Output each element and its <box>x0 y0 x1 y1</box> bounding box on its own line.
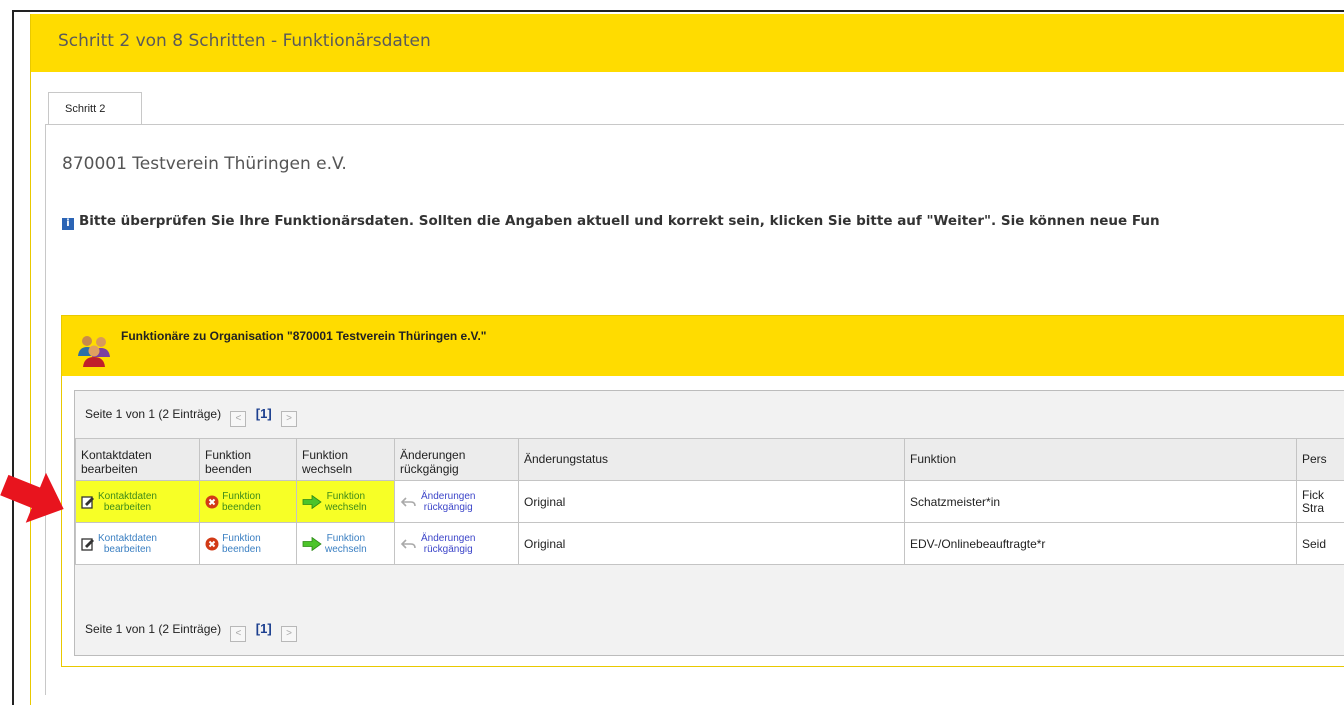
edit-contact-button[interactable]: Kontaktdaten bearbeiten <box>81 533 194 555</box>
col-funktion-beenden[interactable]: Funktion beenden <box>199 438 297 481</box>
undo-changes-button[interactable]: Änderungen rückgängig <box>400 533 513 555</box>
cell-undo: Änderungen rückgängig <box>394 522 519 565</box>
red-arrow-icon <box>0 472 64 523</box>
cell-status: Original <box>518 480 905 523</box>
change-function-icon <box>302 494 322 509</box>
section-header: Funktionäre zu Organisation "870001 Test… <box>62 316 1344 376</box>
tab-panel: 870001 Testverein Thüringen e.V. i Bitte … <box>45 125 1344 695</box>
functionaries-section: Funktionäre zu Organisation "870001 Test… <box>61 315 1344 667</box>
info-text: Bitte überprüfen Sie Ihre Funktionärsdat… <box>79 213 1160 229</box>
cell-person: Seid <box>1296 522 1344 565</box>
col-aenderungstatus[interactable]: Änderungstatus <box>518 438 905 481</box>
cell-change: Funktion wechseln <box>296 522 395 565</box>
cell-funktion: EDV-/Onlinebeauftragte*r <box>904 522 1297 565</box>
cell-change: Funktion wechseln <box>296 480 395 523</box>
table-row: Kontaktdatenbearbeiten Funktionbeenden <box>75 480 1344 523</box>
table-header-row: Kontaktdaten bearbeiten Funktion beenden F… <box>75 438 1344 481</box>
pager-text: Seite 1 von 1 (2 Einträge) <box>85 622 222 636</box>
cell-person: Fick Stra <box>1296 480 1344 523</box>
pager-page-1[interactable]: [1] <box>256 406 272 421</box>
end-function-icon <box>205 495 219 508</box>
end-function-icon <box>205 537 219 550</box>
end-function-button[interactable]: Funktion beenden <box>205 491 291 513</box>
pager-prev-button[interactable]: < <box>230 626 247 642</box>
cell-funktion: Schatzmeister*in <box>904 480 1297 523</box>
wizard-container: Schritt 2 von 8 Schritten - Funktionärsd… <box>30 14 1344 705</box>
pager-text: Seite 1 von 1 (2 Einträge) <box>85 407 222 421</box>
col-funktion[interactable]: Funktion <box>904 438 1297 481</box>
functionaries-table: Kontaktdaten bearbeiten Funktion beenden F… <box>75 438 1344 565</box>
change-function-icon <box>302 536 322 551</box>
end-function-button[interactable]: Funktion beenden <box>205 533 291 555</box>
edit-contact-icon <box>81 537 94 551</box>
change-function-button[interactable]: Funktion wechseln <box>302 533 389 555</box>
pager-page-1[interactable]: [1] <box>256 621 272 636</box>
pager-next-button[interactable]: > <box>281 626 297 642</box>
change-function-button[interactable]: Funktion wechseln <box>302 491 389 513</box>
col-kontaktdaten-bearbeiten[interactable]: Kontaktdaten bearbeiten <box>75 438 200 481</box>
edit-contact-button[interactable]: Kontaktdaten bearbeiten <box>81 491 194 513</box>
organisation-title: 870001 Testverein Thüringen e.V. <box>62 154 347 174</box>
section-title: Funktionäre zu Organisation "870001 Test… <box>121 329 487 343</box>
cell-end: Funktion beenden <box>199 480 297 523</box>
edit-contact-icon <box>81 495 94 509</box>
wizard-header: Schritt 2 von 8 Schritten - Funktionärsd… <box>31 14 1344 72</box>
pager-prev-button[interactable]: < <box>230 411 247 427</box>
undo-icon <box>400 496 416 507</box>
info-icon: i <box>62 218 74 230</box>
cell-undo: Änderungen rückgängig <box>394 480 519 523</box>
info-message: i Bitte überprüfen Sie Ihre Funktionärsda… <box>62 213 1160 230</box>
functionaries-grid: Seite 1 von 1 (2 Einträge) < [1] > Konta… <box>74 390 1344 656</box>
cell-edit: Kontaktdaten bearbeiten <box>75 480 200 523</box>
undo-icon <box>400 538 416 549</box>
cell-end: Funktion beenden <box>199 522 297 565</box>
tab-bar: Schritt 2 <box>45 92 1344 126</box>
cell-edit: Kontaktdaten bearbeiten <box>75 522 200 565</box>
col-aenderungen-rueckgaengig[interactable]: Änderungen rückgängig <box>394 438 519 481</box>
pager-top: Seite 1 von 1 (2 Einträge) < [1] > <box>85 406 297 427</box>
pager-next-button[interactable]: > <box>281 411 297 427</box>
col-person[interactable]: Pers <box>1296 438 1344 481</box>
people-group-icon <box>78 336 110 367</box>
table-row: Kontaktdatenbearbeiten Funktionbeenden <box>75 522 1344 565</box>
pager-bottom: Seite 1 von 1 (2 Einträge) < [1] > <box>85 621 297 642</box>
page-title: Schritt 2 von 8 Schritten - Funktionärsd… <box>58 31 431 51</box>
tab-schritt-2[interactable]: Schritt 2 <box>48 92 142 126</box>
undo-changes-button[interactable]: Änderungen rückgängig <box>400 491 513 513</box>
cell-status: Original <box>518 522 905 565</box>
col-funktion-wechseln[interactable]: Funktion wechseln <box>296 438 395 481</box>
tab-label: Schritt 2 <box>65 103 106 115</box>
